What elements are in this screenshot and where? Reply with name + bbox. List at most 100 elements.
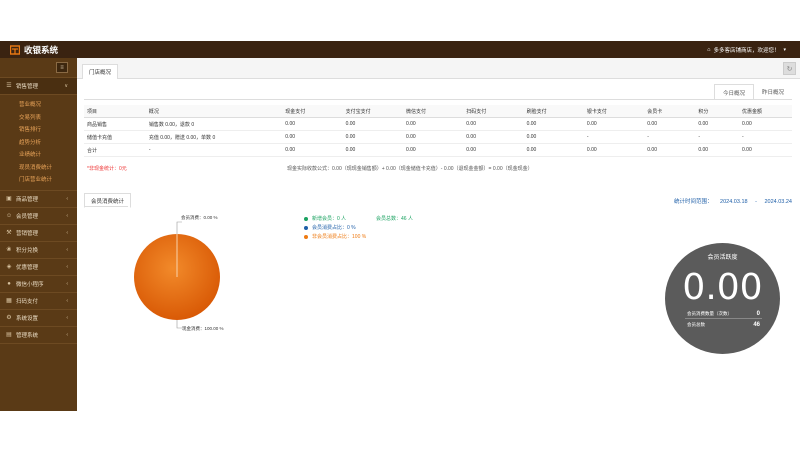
- table-cell: 充值 0.00，赠送 0.00，单数 0: [145, 130, 283, 144]
- legend-item: 会员消费占比：0 %: [304, 224, 356, 231]
- sidebar-item[interactable]: 现员消费统计: [0, 161, 77, 174]
- table-cell: 0.00: [342, 143, 403, 157]
- chevron-down-icon: ∨: [64, 83, 68, 89]
- period-tabs: 今日概况 昨日概况: [713, 84, 792, 100]
- sidebar-group[interactable]: ▣ 商品管理 ‹: [0, 191, 77, 208]
- sidebar-group[interactable]: ▦ 扫码支付 ‹: [0, 293, 77, 310]
- table-cell: 0.00: [282, 143, 343, 157]
- gauge-row-value: 46: [753, 322, 760, 328]
- gauge-row-value: 0: [756, 311, 760, 317]
- legend-member-share: 会员消费占比：0 %: [312, 225, 356, 231]
- sidebar-group[interactable]: ☰ 销售管理 ∨: [0, 78, 77, 95]
- table-cell: 0.00: [583, 143, 645, 157]
- table-cell: 0.00: [523, 130, 584, 144]
- table-row: 合计 -0.00 0.00 0.00 0.00 0.00 0.00 0.00 0.00 0.00: [84, 143, 792, 157]
- chevron-left-icon: ‹: [66, 297, 68, 304]
- pie-label-cash: 现金消费：100.00 %: [182, 326, 224, 331]
- sidebar-toggle-button[interactable]: ≡: [56, 62, 68, 73]
- chevron-down-icon: ▾: [783, 46, 786, 53]
- sidebar-item[interactable]: 趋势分析: [0, 136, 77, 149]
- tab-yesterday[interactable]: 昨日概况: [753, 84, 792, 100]
- legend-dot: [304, 216, 308, 221]
- table-cell: 销售数 0.00，退款 0: [145, 117, 283, 131]
- app-title: 收银系统: [24, 44, 59, 55]
- stats-table: 项目 概况 现金支付 支付宝支付 微信支付 扫码支付 刷脸支付 银卡支付 会员卡 积分 优惠金额 商…: [84, 105, 792, 157]
- tab-store-overview[interactable]: 门店概况: [82, 64, 119, 79]
- home-icon: ⌂: [707, 46, 711, 53]
- user-icon: ☺: [6, 212, 13, 219]
- table-cell: 0.00: [463, 130, 524, 144]
- sidebar-toggle-row: ≡: [0, 58, 77, 78]
- date-range-label: 统计时间范围：: [673, 199, 713, 205]
- sidebar-item[interactable]: 门店营业统计: [0, 173, 77, 186]
- gauge-row: 会员消费数量（次数） 0: [687, 311, 760, 317]
- table-header-cell: 现金支付: [282, 105, 343, 118]
- sidebar-item[interactable]: 销售排行: [0, 123, 77, 136]
- sidebar-item[interactable]: 交易列表: [0, 111, 77, 124]
- divider: [685, 318, 762, 319]
- sidebar-group[interactable]: ● 微信小程序 ‹: [0, 276, 77, 293]
- member-pie-chart: [134, 221, 220, 329]
- sidebar-item[interactable]: 营业概况: [0, 98, 77, 111]
- legend-item: 新增会员：0 人: [304, 215, 346, 222]
- table-header-cell: 支付宝支付: [342, 105, 403, 118]
- sidebar-group-label: 扫码支付: [16, 298, 39, 305]
- gift-icon: ❀: [6, 246, 12, 253]
- table-cell: 0.00: [739, 117, 792, 131]
- sidebar-group[interactable]: ⚒ 营销管理 ‹: [0, 225, 77, 242]
- sidebar-group[interactable]: ⚙ 系统设置 ‹: [0, 310, 77, 327]
- table-cell: -: [583, 130, 645, 144]
- cash-formula-note: 现金实际收款公式：0.00（现现金销售额）+ 0.00（现金储值卡充值）- 0.…: [287, 166, 533, 172]
- chevron-left-icon: ‹: [66, 212, 68, 219]
- chevron-left-icon: ‹: [66, 195, 68, 202]
- chevron-left-icon: ‹: [66, 314, 68, 321]
- refresh-button[interactable]: ↻: [783, 62, 796, 75]
- pie-leader-line: [176, 221, 182, 234]
- table-cell: 0.00: [402, 143, 464, 157]
- sidebar-group[interactable]: ▤ 管理系统 ‹: [0, 327, 77, 344]
- sidebar-group[interactable]: ❀ 积分兑换 ‹: [0, 242, 77, 259]
- table-cell: 商品销售: [84, 117, 146, 131]
- sidebar-group[interactable]: ◈ 优惠管理 ‹: [0, 259, 77, 276]
- table-row: 商品销售 销售数 0.00，退款 0 0.00 0.00 0.00 0.00 0.00 0.0…: [84, 117, 792, 131]
- table-header-cell: 银卡支付: [583, 105, 645, 118]
- table-cell: 0.00: [342, 117, 403, 131]
- tab-today[interactable]: 今日概况: [713, 84, 754, 100]
- date-separator: -: [755, 199, 757, 205]
- sidebar-group-label: 销售管理: [16, 84, 39, 90]
- gauge-row: 会员总数 46: [687, 322, 760, 328]
- table-header-cell: 微信支付: [402, 105, 464, 118]
- table-header-cell: 扫码支付: [463, 105, 524, 118]
- user-menu[interactable]: ⌂ 多多客店铺商店，欢迎您！ ▾: [707, 41, 786, 58]
- sidebar-group-label: 微信小程序: [16, 281, 44, 288]
- sidebar-group-label: 系统设置: [16, 315, 39, 322]
- table-cell: 合计: [84, 143, 146, 157]
- table-cell: 0.00: [695, 143, 740, 157]
- table-cell: -: [145, 143, 283, 157]
- table-header-row: 项目 概况 现金支付 支付宝支付 微信支付 扫码支付 刷脸支付 银卡支付 会员卡 积分 优惠金额: [84, 105, 792, 118]
- legend-dot: [304, 225, 308, 230]
- logo-icon: [10, 44, 20, 55]
- table-cell: 0.00: [282, 117, 343, 131]
- table-cell: 0.00: [523, 143, 584, 157]
- sidebar-item[interactable]: 业绩统计: [0, 148, 77, 161]
- table-cell: -: [739, 130, 792, 144]
- table-cell: 0.00: [342, 130, 403, 144]
- table-cell: -: [695, 130, 740, 144]
- sidebar-group[interactable]: ☺ 会员管理 ‹: [0, 208, 77, 225]
- table-header-cell: 刷脸支付: [523, 105, 584, 118]
- app-logo[interactable]: 收银系统: [10, 41, 58, 58]
- store-greeting: 多多客店铺商店，欢迎您！: [713, 47, 780, 54]
- table-cell: 0.00: [523, 117, 584, 131]
- table-header-cell: 项目: [84, 105, 146, 118]
- refresh-icon: ↻: [786, 65, 793, 73]
- tag-icon: ◈: [6, 263, 12, 270]
- list-icon: ☰: [6, 83, 12, 89]
- top-bar: 收银系统 ⌂ 多多客店铺商店，欢迎您！ ▾: [0, 41, 800, 58]
- sidebar-group-label: 优惠管理: [16, 264, 39, 271]
- gauge-value: 0.00: [682, 267, 763, 308]
- table-cell: 0.00: [695, 117, 740, 131]
- legend-item: 会员总数：46 人: [376, 215, 413, 222]
- table-row: 储值卡充值 充值 0.00，赠送 0.00，单数 0 0.00 0.00 0.00 0.0…: [84, 130, 792, 144]
- table-cell: -: [644, 130, 696, 144]
